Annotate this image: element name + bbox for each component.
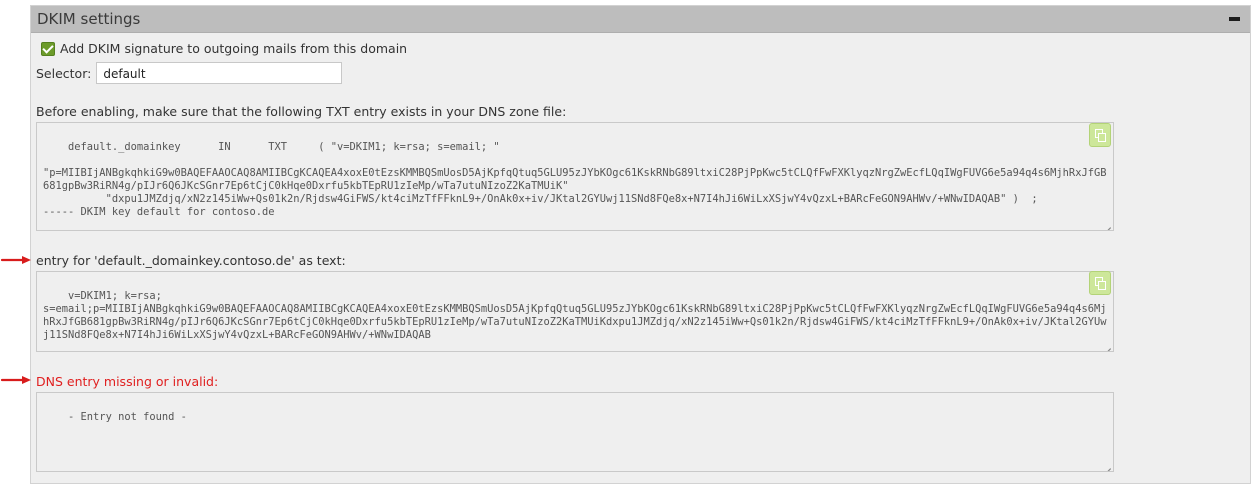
copy-icon-front: [1098, 133, 1106, 142]
annotation-arrow-icon: [0, 256, 31, 264]
dkim-signature-checkbox[interactable]: [41, 41, 55, 56]
dns-status-content: - Entry not found -: [68, 411, 187, 423]
selector-input[interactable]: default: [96, 62, 343, 84]
dkim-settings-panel: DKIM settings Add DKIM signature to outg…: [30, 5, 1251, 484]
text-entry-label: entry for 'default._domainkey.contoso.de…: [36, 253, 346, 268]
resize-handle-icon[interactable]: [1103, 220, 1111, 228]
copy-icon-front: [1098, 281, 1106, 290]
text-entry-content: v=DKIM1; k=rsa; s=email;p=MIIBIjANBgkqhk…: [43, 290, 1107, 341]
panel-header[interactable]: DKIM settings: [31, 6, 1250, 33]
dns-zone-textarea[interactable]: default._domainkey IN TXT ( "v=DKIM1; k=…: [36, 122, 1114, 231]
dns-status-textarea[interactable]: - Entry not found -: [36, 392, 1114, 472]
selector-row: Selector: default: [36, 62, 343, 84]
dns-status-label: DNS entry missing or invalid:: [36, 374, 219, 389]
dkim-signature-option[interactable]: Add DKIM signature to outgoing mails fro…: [41, 41, 407, 56]
dkim-signature-label: Add DKIM signature to outgoing mails fro…: [60, 41, 408, 56]
resize-handle-icon[interactable]: [1103, 461, 1111, 469]
text-entry-textarea[interactable]: v=DKIM1; k=rsa; s=email;p=MIIBIjANBgkqhk…: [36, 271, 1114, 352]
annotation-arrow-icon: [0, 376, 31, 384]
selector-label: Selector:: [36, 65, 92, 81]
collapse-icon[interactable]: [1229, 17, 1240, 21]
dns-zone-label: Before enabling, make sure that the foll…: [36, 104, 567, 119]
copy-text-entry-button[interactable]: [1089, 271, 1111, 295]
dns-zone-content: default._domainkey IN TXT ( "v=DKIM1; k=…: [43, 141, 1107, 218]
copy-dns-zone-button[interactable]: [1089, 123, 1111, 147]
resize-handle-icon[interactable]: [1103, 341, 1111, 349]
panel-title: DKIM settings: [37, 10, 141, 28]
